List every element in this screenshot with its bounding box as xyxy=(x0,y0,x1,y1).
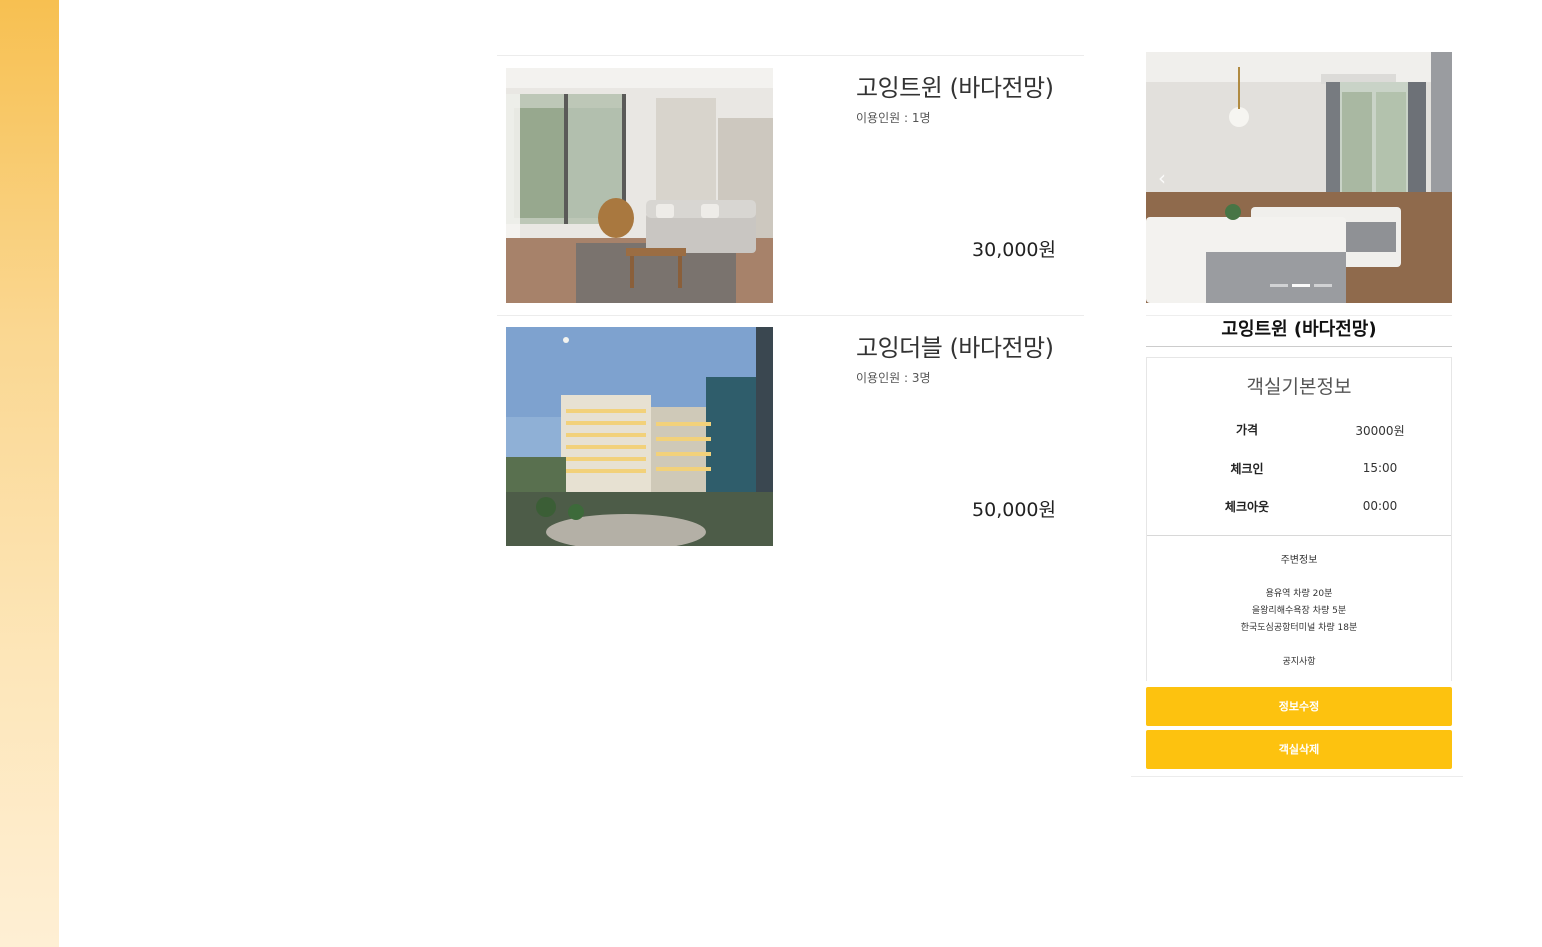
info-value: 30000원 xyxy=(1355,424,1405,438)
info-label: 체크아웃 xyxy=(1224,500,1270,514)
detail-title-box: 고잉트윈 (바다전망) xyxy=(1146,315,1452,347)
detail-room-title: 고잉트윈 (바다전망) xyxy=(1221,319,1377,340)
room-thumbnail-hotel-building[interactable] xyxy=(506,327,773,546)
carousel-dot[interactable] xyxy=(1314,284,1332,287)
carousel-dot[interactable] xyxy=(1292,284,1310,287)
room-capacity: 이용인원 : 3명 xyxy=(856,371,931,385)
info-row-checkout: 체크아웃 00:00 xyxy=(1147,496,1451,535)
room-photo-carousel[interactable]: ‹ xyxy=(1146,52,1452,303)
notice-text: 공지사항 xyxy=(1282,657,1316,667)
info-label: 체크인 xyxy=(1230,461,1264,476)
room-name[interactable]: 고잉더블 (바다전망) xyxy=(856,328,1054,363)
delete-room-button[interactable]: 객실삭제 xyxy=(1146,730,1452,769)
room-capacity: 이용인원 : 1명 xyxy=(856,111,931,125)
divider xyxy=(1147,535,1451,536)
edit-info-button[interactable]: 정보수정 xyxy=(1146,687,1452,726)
nearby-item: 을왕리해수욕장 차량 5분 xyxy=(1251,606,1347,616)
info-table: 가격 30000원 체크인 15:00 체크아웃 00:00 xyxy=(1147,419,1451,535)
carousel-dot[interactable] xyxy=(1270,284,1288,287)
room-list: 고잉트윈 (바다전망) 이용인원 : 1명 30,000원 고잉더블 (바다전망… xyxy=(497,55,1084,556)
info-row-price: 가격 30000원 xyxy=(1147,419,1451,458)
side-gradient-strip xyxy=(0,0,59,947)
room-info-card: 객실기본정보 가격 30000원 체크인 15:00 체크아웃 00:00 주변… xyxy=(1146,357,1452,681)
info-value: 15:00 xyxy=(1362,460,1398,475)
info-value: 00:00 xyxy=(1362,499,1398,513)
room-price: 30,000원 xyxy=(972,239,1056,261)
chevron-left-icon[interactable]: ‹ xyxy=(1158,168,1166,188)
nearby-item: 한국도심공항터미널 차량 18분 xyxy=(1240,623,1358,633)
room-card[interactable]: 고잉더블 (바다전망) 이용인원 : 3명 50,000원 xyxy=(497,315,1084,556)
room-name[interactable]: 고잉트윈 (바다전망) xyxy=(856,68,1054,103)
nearby-list: 용유역 차량 20분 을왕리해수욕장 차량 5분 한국도심공항터미널 차량 18… xyxy=(1147,586,1451,637)
info-row-checkin: 체크인 15:00 xyxy=(1147,458,1451,497)
nearby-title: 주변정보 xyxy=(1280,555,1318,566)
info-heading: 객실기본정보 xyxy=(1246,376,1352,398)
room-price: 50,000원 xyxy=(972,499,1056,521)
room-card[interactable]: 고잉트윈 (바다전망) 이용인원 : 1명 30,000원 xyxy=(497,55,1084,315)
room-detail-panel: ‹ 고잉트윈 (바다전망) 객실기본정보 가격 30000원 체크인 15:00… xyxy=(1131,40,1463,777)
nearby-item: 용유역 차량 20분 xyxy=(1265,589,1333,599)
info-label: 가격 xyxy=(1235,423,1259,437)
room-thumbnail-living-room[interactable] xyxy=(506,68,773,303)
carousel-indicators xyxy=(1270,284,1332,287)
